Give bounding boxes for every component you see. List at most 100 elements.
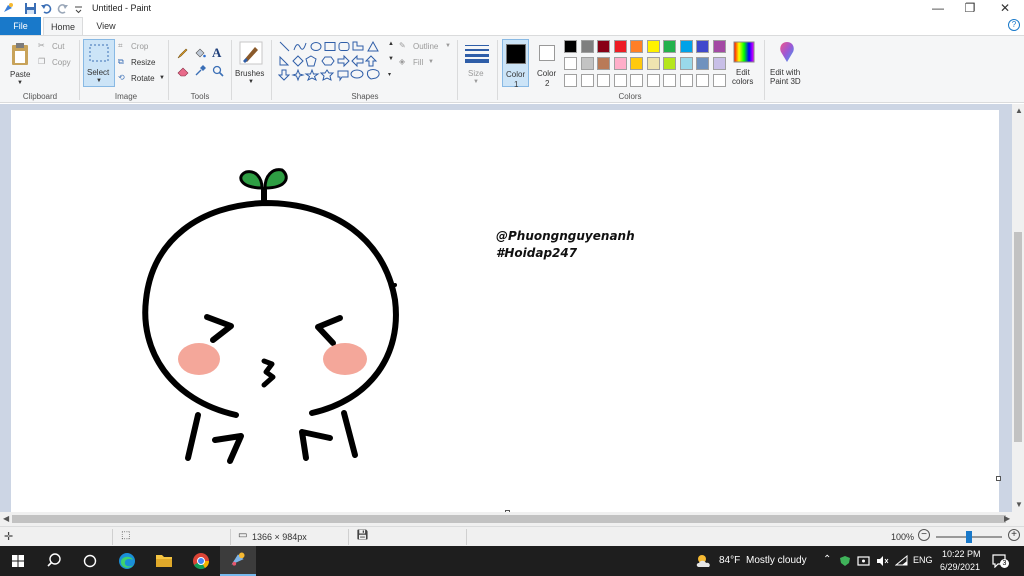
- pencil-icon[interactable]: [177, 47, 189, 59]
- palette-color-swatch[interactable]: [630, 74, 643, 87]
- cut-button[interactable]: ✂ Cut: [38, 41, 74, 54]
- color1-button[interactable]: Color 1: [502, 39, 529, 89]
- notification-center-button[interactable]: 3: [992, 554, 1009, 569]
- palette-color-swatch[interactable]: [613, 74, 627, 87]
- weather-temperature[interactable]: 84°F: [719, 555, 740, 566]
- palette-color-swatch[interactable]: [696, 57, 709, 70]
- paste-button[interactable]: Paste ▼: [6, 40, 34, 88]
- shapes-scroll-up-icon[interactable]: ▲: [388, 41, 394, 47]
- search-icon[interactable]: [36, 546, 72, 576]
- palette-color-swatch[interactable]: [564, 40, 577, 53]
- volume-muted-icon[interactable]: [876, 555, 889, 567]
- zoom-slider-thumb[interactable]: [966, 531, 972, 543]
- wifi-icon[interactable]: [895, 555, 908, 567]
- tab-file[interactable]: File: [0, 17, 41, 35]
- palette-color-swatch[interactable]: [580, 74, 594, 87]
- palette-color-swatch[interactable]: [663, 40, 676, 53]
- select-button[interactable]: Select ▼: [83, 39, 115, 87]
- scroll-right-icon[interactable]: ▶: [1004, 514, 1010, 523]
- scroll-up-icon[interactable]: ▲: [1015, 106, 1023, 115]
- zoom-slider[interactable]: [936, 531, 1002, 543]
- horizontal-scroll-thumb[interactable]: [12, 515, 1006, 523]
- chrome-browser-icon[interactable]: [183, 546, 219, 576]
- zoom-out-button[interactable]: −: [918, 529, 930, 541]
- palette-color-swatch[interactable]: [630, 57, 643, 70]
- palette-color-swatch[interactable]: [663, 74, 676, 87]
- input-language[interactable]: ENG: [913, 555, 933, 565]
- palette-color-swatch[interactable]: [597, 40, 610, 53]
- palette-color-swatch[interactable]: [696, 40, 709, 53]
- minimize-button[interactable]: —: [921, 0, 955, 17]
- weather-cloudy-icon[interactable]: [694, 553, 714, 569]
- zoom-in-button[interactable]: +: [1008, 529, 1020, 541]
- weather-description[interactable]: Mostly cloudy: [746, 555, 807, 566]
- palette-color-swatch[interactable]: [646, 57, 660, 70]
- palette-color-swatch[interactable]: [613, 40, 627, 53]
- paint-taskbar-icon[interactable]: [220, 546, 256, 576]
- rotate-button[interactable]: ⟲ Rotate ▼: [118, 73, 166, 86]
- palette-color-swatch[interactable]: [630, 40, 643, 53]
- palette-color-swatch[interactable]: [564, 74, 577, 87]
- outline-button[interactable]: ✎ Outline ▼: [399, 41, 455, 54]
- tab-home[interactable]: Home: [43, 17, 83, 35]
- task-view-icon[interactable]: [72, 546, 108, 576]
- crop-button[interactable]: ⌗ Crop: [118, 41, 158, 54]
- palette-color-swatch[interactable]: [712, 57, 726, 70]
- palette-color-swatch[interactable]: [696, 74, 709, 87]
- palette-color-swatch[interactable]: [597, 74, 610, 87]
- palette-color-swatch[interactable]: [580, 57, 594, 70]
- palette-color-swatch[interactable]: [663, 57, 676, 70]
- customize-quick-access-icon[interactable]: [72, 2, 85, 15]
- horizontal-scrollbar[interactable]: ◀ ▶: [0, 512, 1024, 526]
- undo-icon[interactable]: [40, 2, 53, 15]
- palette-color-swatch[interactable]: [597, 57, 610, 70]
- edit-colors-button[interactable]: Edit colors: [730, 40, 760, 88]
- windows-start-icon[interactable]: [0, 546, 36, 576]
- size-button[interactable]: Size ▼: [462, 40, 492, 88]
- show-hidden-icons-icon[interactable]: ⌃: [823, 554, 831, 565]
- file-explorer-icon[interactable]: [146, 546, 182, 576]
- shapes-more-icon[interactable]: ▾: [388, 71, 391, 78]
- clock-date[interactable]: 6/29/2021: [940, 562, 980, 572]
- restore-button[interactable]: ❐: [953, 0, 987, 17]
- magnifier-icon[interactable]: [212, 65, 224, 77]
- color-picker-icon[interactable]: [194, 65, 206, 77]
- device-icon[interactable]: [857, 555, 870, 567]
- eraser-icon[interactable]: [177, 65, 189, 77]
- vertical-scroll-thumb[interactable]: [1014, 232, 1022, 442]
- save-icon[interactable]: [24, 2, 37, 15]
- edge-browser-icon[interactable]: [109, 546, 145, 576]
- palette-color-swatch[interactable]: [712, 74, 726, 87]
- scroll-down-icon[interactable]: ▼: [1015, 500, 1023, 509]
- brushes-button[interactable]: Brushes ▼: [234, 40, 268, 88]
- palette-color-swatch[interactable]: [679, 57, 693, 70]
- palette-color-swatch[interactable]: [679, 74, 693, 87]
- palette-color-swatch[interactable]: [646, 74, 660, 87]
- scroll-left-icon[interactable]: ◀: [3, 514, 9, 523]
- clock-time[interactable]: 10:22 PM: [942, 549, 981, 559]
- vertical-scrollbar[interactable]: ▲ ▼: [1012, 104, 1024, 512]
- palette-color-swatch[interactable]: [613, 57, 627, 70]
- drawing-canvas[interactable]: @Phuongnguyenanh #Hoidap247: [11, 110, 999, 512]
- palette-color-swatch[interactable]: [580, 40, 594, 53]
- close-button[interactable]: ✕: [988, 0, 1022, 17]
- color2-button[interactable]: Color 2: [534, 39, 561, 88]
- tab-view[interactable]: View: [88, 17, 124, 35]
- ribbon-tabs: File Home View ?: [0, 17, 1024, 35]
- shapes-scroll-down-icon[interactable]: ▼: [388, 56, 394, 62]
- text-tool-icon[interactable]: A: [212, 45, 221, 61]
- fill-button[interactable]: ◈ Fill ▼: [399, 57, 439, 70]
- resize-button[interactable]: ⧉ Resize: [118, 57, 160, 70]
- fill-bucket-icon[interactable]: [194, 47, 206, 59]
- palette-color-swatch[interactable]: [564, 57, 577, 70]
- security-shield-icon[interactable]: [839, 555, 851, 567]
- canvas-resize-handle-right[interactable]: [996, 476, 1001, 481]
- copy-button[interactable]: ❐ Copy: [38, 57, 76, 70]
- shapes-gallery[interactable]: [278, 40, 386, 86]
- palette-color-swatch[interactable]: [712, 40, 726, 53]
- palette-color-swatch[interactable]: [679, 40, 693, 53]
- edit-with-paint3d-button[interactable]: Edit with Paint 3D: [767, 40, 807, 88]
- redo-icon[interactable]: [56, 2, 69, 15]
- help-icon[interactable]: ?: [1008, 19, 1020, 31]
- palette-color-swatch[interactable]: [646, 40, 660, 53]
